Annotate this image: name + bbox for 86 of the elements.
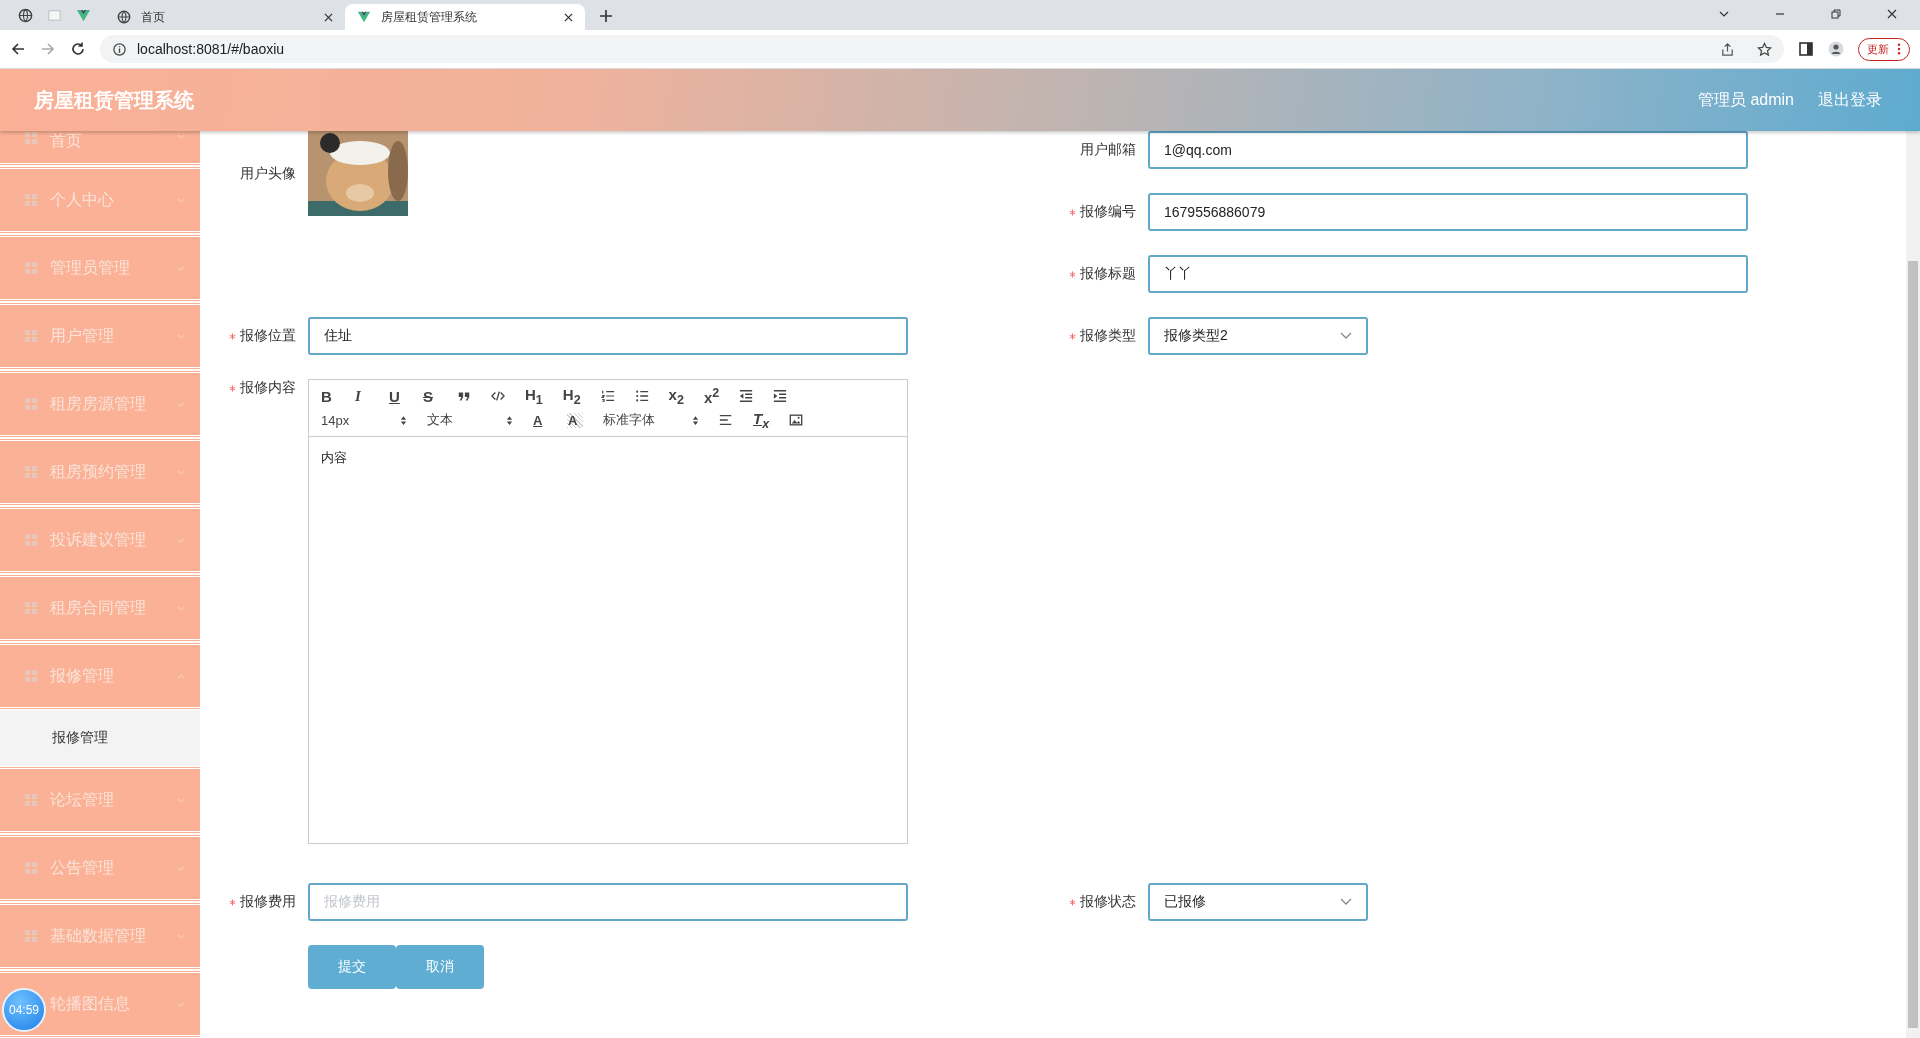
reload-icon[interactable] (70, 41, 86, 57)
menu-item-icon (24, 329, 38, 343)
address-field[interactable]: localhost:8081/#/baoxiu (100, 35, 1784, 63)
required-icon (1069, 332, 1076, 340)
toolbar-button[interactable]: A (567, 412, 583, 428)
toolbar-button[interactable]: A (533, 412, 547, 428)
scrollbar-thumb[interactable] (1908, 261, 1918, 1028)
required-icon (1069, 898, 1076, 906)
toolbar-button[interactable]: H$_{2}$ (562, 385, 581, 407)
toolbar-button[interactable]: x$^{2}$ (703, 386, 720, 406)
required-icon (1069, 270, 1076, 278)
updown-icon (400, 414, 407, 426)
menu-item-icon (24, 533, 38, 547)
toolbar-button[interactable]: B (321, 387, 335, 405)
menu-item-icon (24, 601, 38, 615)
globe-icon[interactable] (18, 8, 33, 23)
app-title: 房屋租赁管理系统 (34, 87, 194, 113)
toolbar-button[interactable]: S (423, 387, 437, 405)
menu-item-icon (24, 397, 38, 411)
browser-tab[interactable]: 房屋租赁管理系统 (345, 4, 585, 30)
globe-icon (117, 10, 131, 24)
v-logo-icon (357, 10, 371, 24)
new-tab-icon[interactable] (599, 9, 613, 23)
menu-item-icon (24, 193, 38, 207)
code-icon[interactable] (491, 389, 505, 403)
toolbar-button[interactable]: H$_{1}$ (525, 385, 543, 407)
field-label: 报修类型 (1080, 327, 1136, 345)
field-label: 报修费用 (240, 893, 296, 911)
close-icon[interactable] (1886, 8, 1898, 20)
text-field[interactable]: 1679556886079 (1148, 193, 1748, 231)
indent-icon[interactable] (773, 389, 788, 403)
chevron-down-icon (1340, 332, 1352, 340)
more-icon (1897, 43, 1901, 55)
text-field[interactable]: 丫丫 (1148, 255, 1748, 293)
menu-item-icon (24, 465, 38, 479)
field-label: 用户邮箱 (1080, 141, 1136, 159)
field-label: 报修编号 (1080, 203, 1136, 221)
image-icon[interactable] (789, 413, 804, 427)
toolbar-button[interactable]: x$_{2}$ (668, 385, 684, 407)
toolbar-select[interactable]: 标准字体 (603, 411, 699, 429)
user-label: 管理员 admin (1697, 89, 1794, 110)
align-left-icon[interactable] (719, 413, 733, 427)
updown-icon (692, 414, 699, 426)
chevron-down-icon (1340, 898, 1352, 906)
field-label: 报修状态 (1080, 893, 1136, 911)
menu-item-icon (24, 261, 38, 275)
share-icon[interactable] (1720, 41, 1735, 57)
editor-text[interactable]: 内容 (321, 450, 347, 465)
outdent-icon[interactable] (739, 389, 754, 403)
close-icon[interactable] (324, 12, 333, 22)
update-button[interactable]: 更新 (1858, 37, 1910, 61)
back-icon[interactable] (10, 41, 26, 57)
v-logo-icon[interactable] (76, 8, 91, 23)
menu-item-icon (24, 793, 38, 807)
profile-icon[interactable] (1828, 41, 1844, 57)
required-icon (229, 384, 236, 392)
field-label: 用户头像 (240, 164, 296, 183)
text-field[interactable]: 住址 (308, 317, 908, 355)
menu-item-icon (24, 669, 38, 683)
toolbar-button[interactable]: U (389, 387, 403, 405)
browser-tab[interactable]: 首页 (105, 4, 345, 30)
close-icon[interactable] (564, 12, 573, 22)
updown-icon (506, 414, 513, 426)
sidebar-icon[interactable] (1798, 41, 1814, 57)
star-icon[interactable] (1757, 41, 1772, 57)
required-icon (229, 898, 236, 906)
select-field[interactable]: 报修类型2 (1148, 317, 1368, 355)
toolbar-button[interactable]: I (355, 387, 369, 405)
toolbar-select[interactable]: 文本 (427, 411, 513, 429)
required-icon (1069, 208, 1076, 216)
field-label: 报修标题 (1080, 265, 1136, 283)
info-icon (112, 41, 127, 57)
toolbar-select[interactable]: 14px (321, 412, 407, 428)
menu-item-icon (24, 131, 38, 145)
text-field[interactable]: 1@qq.com (1148, 131, 1748, 169)
ordered-list-icon[interactable] (600, 389, 615, 403)
restore-icon[interactable] (1830, 8, 1842, 20)
field-label: 报修内容 (240, 379, 296, 397)
bullet-list-icon[interactable] (634, 389, 649, 403)
menu-item-icon (24, 861, 38, 875)
field-label: 报修位置 (240, 327, 296, 345)
required-icon (229, 332, 236, 340)
sidebar-subitem[interactable]: 报修管理 (0, 710, 200, 766)
toolbar-button[interactable]: T$_{x}$ (753, 409, 770, 431)
menu-item-icon (24, 929, 38, 943)
select-field[interactable]: 已报修 (1148, 883, 1368, 921)
